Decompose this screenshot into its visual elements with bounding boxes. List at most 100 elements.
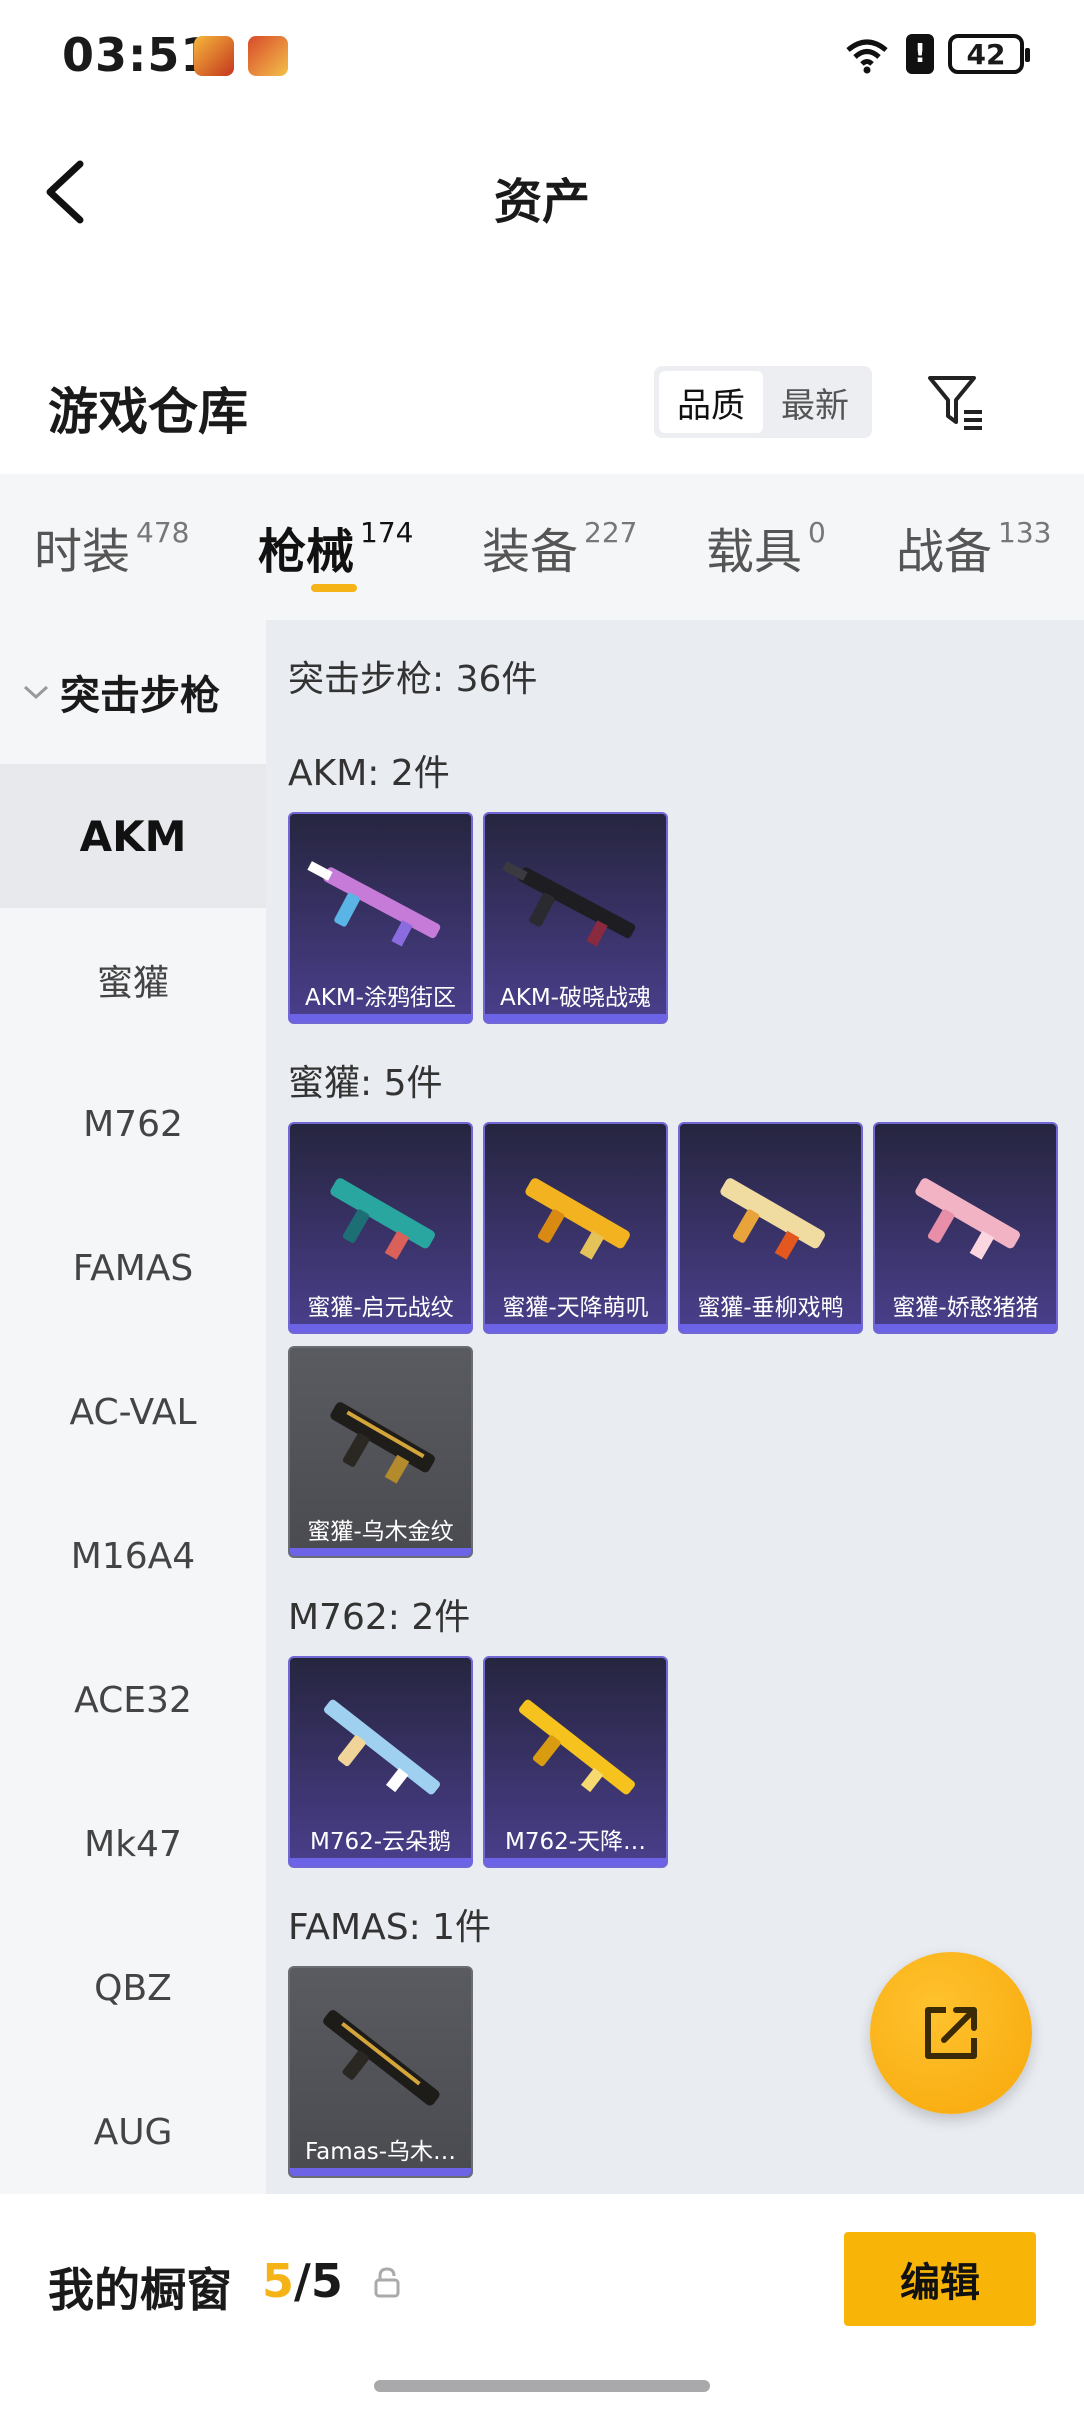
category-tabs: 时装 478 枪械 174 装备 227 载具 0 战备 133 (0, 474, 1084, 620)
weapon-skin-image (330, 1402, 435, 1484)
status-icons: ! 42 (842, 34, 1030, 74)
warehouse-title: 游戏仓库 (48, 383, 248, 441)
showcase-count-current: 5 (262, 2254, 295, 2308)
card-quality-bar (680, 1324, 861, 1332)
card-quality-bar (290, 1324, 471, 1332)
weapon-card[interactable]: Famas-乌木… (288, 1966, 473, 2178)
tab-label: 战备 (896, 524, 993, 580)
sidebar-item-ace32[interactable]: ACE32 (0, 1628, 266, 1772)
status-bar: 03:51 ! 42 (0, 0, 1084, 110)
card-quality-bar (290, 1858, 471, 1866)
tab-label: 枪械 (258, 524, 355, 580)
weapon-card-name: Famas-乌木… (305, 2139, 456, 2165)
sidebar-item-honey-badger[interactable]: 蜜獾 (0, 908, 266, 1052)
weapon-card-name: 蜜獾-垂柳戏鸭 (697, 1295, 844, 1321)
showcase-count: 5/5 (262, 2254, 343, 2308)
tab-costume[interactable]: 时装 478 (34, 512, 189, 582)
sidebar-item-m762[interactable]: M762 (0, 1052, 266, 1196)
showcase-count-total: 5 (310, 2254, 343, 2308)
card-quality-bar (485, 1324, 666, 1332)
tab-count: 478 (136, 516, 190, 549)
weapon-skin-image (323, 2010, 440, 2106)
sort-newest-option[interactable]: 最新 (763, 371, 867, 433)
tab-count: 174 (360, 516, 414, 549)
tab-equipment[interactable]: 装备 227 (482, 512, 637, 582)
section-label: FAMAS: 1件 (288, 1907, 492, 1948)
tab-firearms[interactable]: 枪械 174 (258, 512, 413, 582)
card-quality-bar (290, 2168, 471, 2176)
card-quality-bar (485, 1014, 666, 1022)
active-tab-indicator (311, 584, 357, 592)
category-header[interactable]: 突击步枪 (0, 620, 266, 764)
category-label: 突击步枪 (60, 673, 220, 719)
weapon-card[interactable]: M762-云朵鹅 (288, 1656, 473, 1868)
weapon-card-name: M762-天降… (504, 1829, 647, 1855)
weapon-card[interactable]: 蜜獾-垂柳戏鸭 (678, 1122, 863, 1334)
sort-toggle: 品质 最新 (654, 366, 872, 438)
section-label: AKM: 2件 (288, 753, 450, 794)
weapon-skin-image (915, 1178, 1020, 1260)
weapon-card[interactable]: 蜜獾-天降萌叽 (483, 1122, 668, 1334)
weapon-card[interactable]: 蜜獾-启元战纹 (288, 1122, 473, 1334)
sidebar-item-akm[interactable]: AKM (0, 764, 266, 908)
sidebar-item-m16a4[interactable]: M16A4 (0, 1484, 266, 1628)
alert-icon: ! (906, 34, 934, 74)
page-title: 资产 (493, 174, 590, 230)
section-label: M762: 2件 (288, 1597, 471, 1638)
tab-label: 载具 (706, 524, 803, 580)
sidebar-item-mk47[interactable]: Mk47 (0, 1772, 266, 1916)
sort-quality-option[interactable]: 品质 (659, 371, 763, 433)
weapon-card-name: 蜜獾-娇憨猪猪 (892, 1295, 1039, 1321)
category-summary: 突击步枪: 36件 (288, 659, 538, 700)
tab-gear[interactable]: 战备 133 (896, 512, 1051, 582)
game-notification-icon (248, 36, 288, 76)
tab-vehicles[interactable]: 载具 0 (706, 512, 826, 582)
tab-label: 时装 (34, 524, 131, 580)
weapon-card-name: 蜜獾-天降萌叽 (502, 1295, 649, 1321)
card-quality-bar (875, 1324, 1056, 1332)
weapon-card[interactable]: 蜜獾-娇憨猪猪 (873, 1122, 1058, 1334)
chevron-down-icon (23, 685, 49, 700)
home-indicator[interactable] (374, 2380, 710, 2392)
section-label: 蜜獾: 5件 (288, 1063, 443, 1104)
weapon-card-name: AKM-破晓战魂 (500, 985, 651, 1011)
status-time: 03:51 (62, 28, 214, 82)
weapon-skin-image (330, 1178, 435, 1260)
weapon-skin-image (720, 1178, 825, 1260)
weapon-sidebar: 突击步枪 AKM 蜜獾 M762 FAMAS AC-VAL M16A4 ACE3… (0, 620, 266, 2194)
share-button[interactable] (870, 1952, 1032, 2114)
weapon-card[interactable]: M762-天降… (483, 1656, 668, 1868)
share-icon (925, 2007, 977, 2059)
weapon-skin-image (307, 861, 441, 947)
wifi-icon (846, 39, 888, 74)
weapon-card[interactable]: AKM-涂鸦街区 (288, 812, 473, 1024)
sidebar-item-ac-val[interactable]: AC-VAL (0, 1340, 266, 1484)
card-quality-bar (485, 1858, 666, 1866)
weapon-skin-image (525, 1178, 630, 1260)
app-notification-icon (194, 36, 234, 76)
lock-icon (374, 2267, 400, 2298)
tab-count: 227 (584, 516, 638, 549)
weapon-card-name: M762-云朵鹅 (309, 1829, 452, 1855)
card-quality-bar (290, 1014, 471, 1022)
weapon-card[interactable]: AKM-破晓战魂 (483, 812, 668, 1024)
weapon-card[interactable]: 蜜獾-乌木金纹 (288, 1346, 473, 1558)
weapon-card-name: 蜜獾-启元战纹 (307, 1295, 454, 1321)
tab-count: 0 (808, 516, 826, 549)
weapon-skin-image (519, 1699, 635, 1795)
edit-button[interactable]: 编辑 (844, 2232, 1036, 2326)
card-quality-bar (290, 1548, 471, 1556)
tab-count: 133 (998, 516, 1052, 549)
tab-label: 装备 (482, 524, 579, 580)
sidebar-item-famas[interactable]: FAMAS (0, 1196, 266, 1340)
showcase-title: 我的橱窗 (48, 2263, 232, 2317)
weapon-skin-image (502, 861, 636, 947)
sidebar-item-aug[interactable]: AUG (0, 2060, 266, 2204)
battery-icon: 42 (948, 34, 1030, 74)
filter-icon[interactable] (924, 370, 988, 434)
sidebar-item-qbz[interactable]: QBZ (0, 1916, 266, 2060)
weapon-card-name: 蜜獾-乌木金纹 (307, 1519, 454, 1545)
showcase-count-separator: / (294, 2254, 311, 2308)
weapon-card-name: AKM-涂鸦街区 (305, 985, 456, 1011)
weapon-skin-image (324, 1699, 440, 1795)
